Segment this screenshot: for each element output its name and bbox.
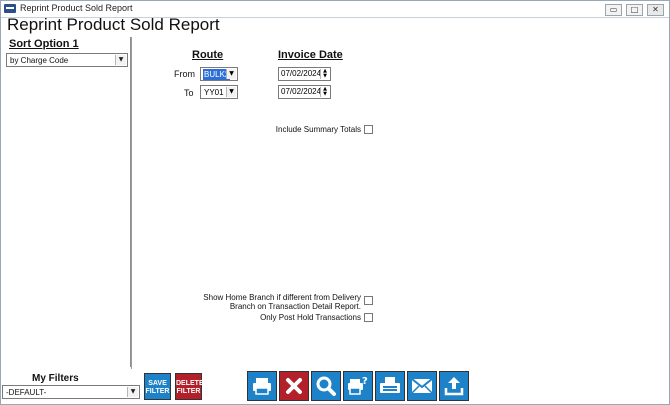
save-filter-label-1: SAVE [148,380,167,387]
email-icon [411,378,433,394]
window-title: Reprint Product Sold Report [20,3,133,13]
invoice-date-header: Invoice Date [278,49,343,61]
svg-text:?: ? [362,376,368,387]
chevron-down-icon[interactable]: ▼ [127,387,138,397]
email-button[interactable] [407,371,437,401]
bottom-bar: My Filters -DEFAULT- ▼ SAVE FILTER DELET… [1,369,669,404]
close-icon [286,378,302,394]
invoice-date-to-value: 07/02/2024 [281,87,322,96]
save-filter-button[interactable]: SAVE FILTER [144,373,171,400]
include-summary-totals-label: Include Summary Totals [275,125,361,134]
filter-select-value: -DEFAULT- [6,388,47,397]
preview-button[interactable] [311,371,341,401]
delete-filter-label-1: DELETE [176,380,204,387]
only-post-hold-checkbox[interactable] [364,313,373,322]
print-button[interactable] [247,371,277,401]
date-spinner[interactable]: ▲ ▼ [320,87,329,97]
only-post-hold-label: Only Post Hold Transactions [260,313,361,322]
fax-icon [380,377,400,393]
print-options-button[interactable]: ? [343,371,373,401]
route-to-select[interactable]: YY01 ▼ [200,85,238,99]
sort-option-label: Sort Option 1 [9,38,79,50]
export-button[interactable] [439,371,469,401]
cancel-button[interactable] [279,371,309,401]
sort-option-value: by Charge Code [10,56,69,65]
route-to-label: To [184,88,194,98]
save-filter-label-2: FILTER [145,388,170,395]
date-spinner[interactable]: ▲ ▼ [320,69,329,79]
route-from-select[interactable]: BULK2 ▼ [200,67,238,81]
invoice-date-to-input[interactable]: 07/02/2024 ▲ ▼ [278,85,331,99]
sort-panel: Sort Option 1 by Charge Code ▼ [4,37,132,367]
close-window-button[interactable]: ✕ [647,4,664,16]
report-window: Reprint Product Sold Report ▭ □ ✕ Reprin… [0,0,670,405]
panel-divider [131,37,132,369]
filter-select[interactable]: -DEFAULT- ▼ [2,385,140,399]
include-summary-totals-checkbox[interactable] [364,125,373,134]
chevron-down-icon[interactable]: ▼ [226,87,236,97]
printer-icon [253,378,271,395]
export-icon [444,377,464,396]
chevron-down-icon[interactable]: ▼ [115,55,126,65]
print-help-icon: ? [348,376,368,395]
show-home-branch-checkbox[interactable] [364,296,373,305]
delete-filter-button[interactable]: DELETE FILTER [175,373,204,400]
route-header: Route [192,49,224,61]
delete-filter-label-2: FILTER [176,388,201,395]
page-title: Reprint Product Sold Report [7,15,220,34]
route-from-label: From [174,69,195,79]
invoice-date-from-input[interactable]: 07/02/2024 ▲ ▼ [278,67,331,81]
minimize-button[interactable]: ▭ [605,4,622,16]
my-filters-label: My Filters [32,373,79,384]
sort-option-select[interactable]: by Charge Code ▼ [6,53,128,67]
show-home-branch-label-line2: Branch on Transaction Detail Report. [229,302,361,311]
fax-button[interactable] [375,371,405,401]
show-home-branch-label-line1: Show Home Branch if different from Deliv… [203,293,361,302]
spin-down-icon[interactable]: ▼ [321,74,329,79]
invoice-date-from-value: 07/02/2024 [281,69,322,78]
route-to-value: YY01 [204,88,224,97]
search-icon [316,376,336,396]
app-icon [4,4,16,13]
chevron-down-icon[interactable]: ▼ [226,69,236,79]
spin-down-icon[interactable]: ▼ [321,92,329,97]
restore-button[interactable]: □ [626,4,643,16]
